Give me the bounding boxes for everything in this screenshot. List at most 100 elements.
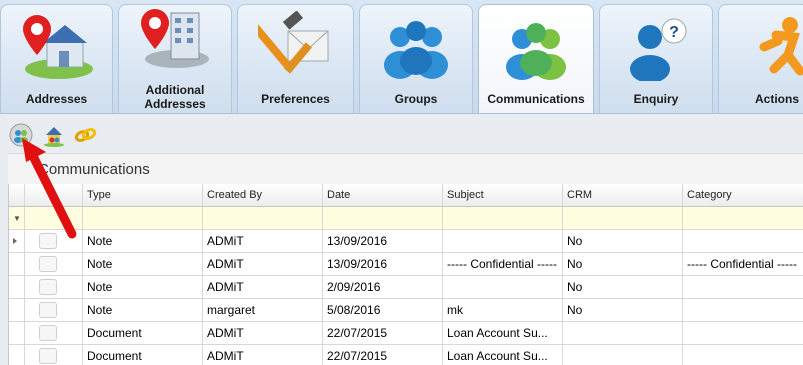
cell-crm bbox=[563, 322, 683, 344]
filter-cell-subject[interactable] bbox=[443, 207, 563, 229]
communications-toolbar bbox=[0, 115, 803, 153]
tab-label: Enquiry bbox=[633, 92, 679, 106]
tools-envelope-icon bbox=[257, 11, 328, 74]
cell-category bbox=[683, 299, 803, 321]
magnifier-icon[interactable] bbox=[39, 325, 57, 341]
filter-cell-created-by[interactable] bbox=[203, 207, 323, 229]
panel-header: Communications bbox=[8, 153, 803, 184]
tab-additional-addresses[interactable]: Additional Addresses bbox=[118, 4, 232, 113]
tab-label: Additional Addresses bbox=[144, 83, 206, 111]
tab-strip: Addresses Additional Addresses Preferenc… bbox=[0, 0, 803, 114]
cell-created-by: margaret bbox=[203, 299, 323, 321]
tab-enquiry[interactable]: ? Enquiry bbox=[599, 4, 713, 113]
column-header-created-by[interactable]: Created By bbox=[203, 184, 323, 206]
filter-cell-crm[interactable] bbox=[563, 207, 683, 229]
cell-type: Note bbox=[83, 253, 203, 275]
cell-type: Document bbox=[83, 345, 203, 365]
current-row-pointer-icon bbox=[13, 238, 17, 244]
column-header-date[interactable]: Date bbox=[323, 184, 443, 206]
row-indicator bbox=[9, 253, 25, 275]
people-communication-icon bbox=[506, 23, 566, 80]
cell-category bbox=[683, 276, 803, 298]
cell-category bbox=[683, 322, 803, 344]
cell-date: 2/09/2016 bbox=[323, 276, 443, 298]
cell-type: Note bbox=[83, 230, 203, 252]
cell-subject bbox=[443, 276, 563, 298]
running-person-icon bbox=[759, 17, 803, 76]
row-indicator bbox=[9, 299, 25, 321]
tab-label: Addresses bbox=[25, 92, 88, 106]
tab-label: Groups bbox=[394, 92, 438, 106]
view-cell bbox=[25, 253, 83, 275]
tab-addresses[interactable]: Addresses bbox=[0, 4, 113, 113]
building-pin-icon bbox=[141, 9, 209, 68]
row-indicator bbox=[9, 276, 25, 298]
column-header-crm[interactable]: CRM bbox=[563, 184, 683, 206]
column-header-type[interactable]: Type bbox=[83, 184, 203, 206]
cell-subject: mk bbox=[443, 299, 563, 321]
person-question-icon: ? bbox=[630, 18, 687, 81]
tab-label: Preferences bbox=[261, 92, 330, 106]
row-indicator bbox=[9, 322, 25, 344]
tab-communications[interactable]: Communications bbox=[478, 4, 594, 113]
cell-subject: Loan Account Su... bbox=[443, 322, 563, 344]
cell-subject bbox=[443, 230, 563, 252]
tab-actions[interactable]: Actions bbox=[718, 4, 803, 113]
table-row[interactable]: Note ADMiT 13/09/2016 No bbox=[9, 230, 803, 253]
cell-crm: No bbox=[563, 276, 683, 298]
tab-label: Communications bbox=[487, 92, 585, 106]
table-row[interactable]: Note ADMiT 2/09/2016 No bbox=[9, 276, 803, 299]
svg-text:?: ? bbox=[669, 24, 679, 41]
column-header-category[interactable]: Category bbox=[683, 184, 803, 206]
cell-date: 22/07/2015 bbox=[323, 345, 443, 365]
cell-category bbox=[683, 230, 803, 252]
view-cell bbox=[25, 299, 83, 321]
cell-date: 22/07/2015 bbox=[323, 322, 443, 344]
table-row[interactable]: Document ADMiT 22/07/2015 Loan Account S… bbox=[9, 322, 803, 345]
table-row[interactable]: Note margaret 5/08/2016 mk No bbox=[9, 299, 803, 322]
filter-row[interactable]: ▼ bbox=[9, 207, 803, 230]
communications-grid: Type Created By Date Subject CRM Categor… bbox=[8, 184, 803, 365]
tab-groups[interactable]: Groups bbox=[359, 4, 473, 113]
people-group-icon bbox=[384, 21, 448, 79]
row-indicator bbox=[9, 345, 25, 365]
magnifier-icon[interactable] bbox=[39, 348, 57, 364]
cell-created-by: ADMiT bbox=[203, 345, 323, 365]
view-cell bbox=[25, 345, 83, 365]
cell-date: 13/09/2016 bbox=[323, 253, 443, 275]
table-row[interactable]: Document ADMiT 22/07/2015 Loan Account S… bbox=[9, 345, 803, 365]
cell-crm: No bbox=[563, 253, 683, 275]
cell-type: Document bbox=[83, 322, 203, 344]
magnifier-icon[interactable] bbox=[39, 302, 57, 318]
cell-subject: Loan Account Su... bbox=[443, 345, 563, 365]
view-cell bbox=[25, 276, 83, 298]
cell-created-by: ADMiT bbox=[203, 230, 323, 252]
cell-subject: ----- Confidential ----- bbox=[443, 253, 563, 275]
cell-category: ----- Confidential ----- bbox=[687, 257, 798, 271]
filter-cell-category[interactable] bbox=[683, 207, 803, 229]
filter-cell-type[interactable] bbox=[83, 207, 203, 229]
cell-crm: No bbox=[563, 230, 683, 252]
cell-created-by: ADMiT bbox=[203, 276, 323, 298]
filter-cell-date[interactable] bbox=[323, 207, 443, 229]
table-row[interactable]: Note ADMiT 13/09/2016 ----- Confidential… bbox=[9, 253, 803, 276]
view-cell bbox=[25, 322, 83, 344]
cell-type: Note bbox=[83, 276, 203, 298]
magnifier-icon[interactable] bbox=[39, 256, 57, 272]
cell-crm bbox=[563, 345, 683, 365]
house-pin-icon bbox=[22, 15, 93, 79]
cell-created-by: ADMiT bbox=[203, 253, 323, 275]
magnifier-icon[interactable] bbox=[39, 279, 57, 295]
annotation-arrow bbox=[22, 138, 77, 239]
cell-date: 13/09/2016 bbox=[323, 230, 443, 252]
cell-category bbox=[683, 345, 803, 365]
tab-preferences[interactable]: Preferences bbox=[237, 4, 354, 113]
cell-type: Note bbox=[83, 299, 203, 321]
grid-header-row: Type Created By Date Subject CRM Categor… bbox=[9, 184, 803, 207]
tab-label: Actions bbox=[755, 92, 800, 106]
cell-created-by: ADMiT bbox=[203, 322, 323, 344]
cell-crm: No bbox=[563, 299, 683, 321]
cell-date: 5/08/2016 bbox=[323, 299, 443, 321]
filter-icon: ▼ bbox=[13, 214, 21, 223]
column-header-subject[interactable]: Subject bbox=[443, 184, 563, 206]
